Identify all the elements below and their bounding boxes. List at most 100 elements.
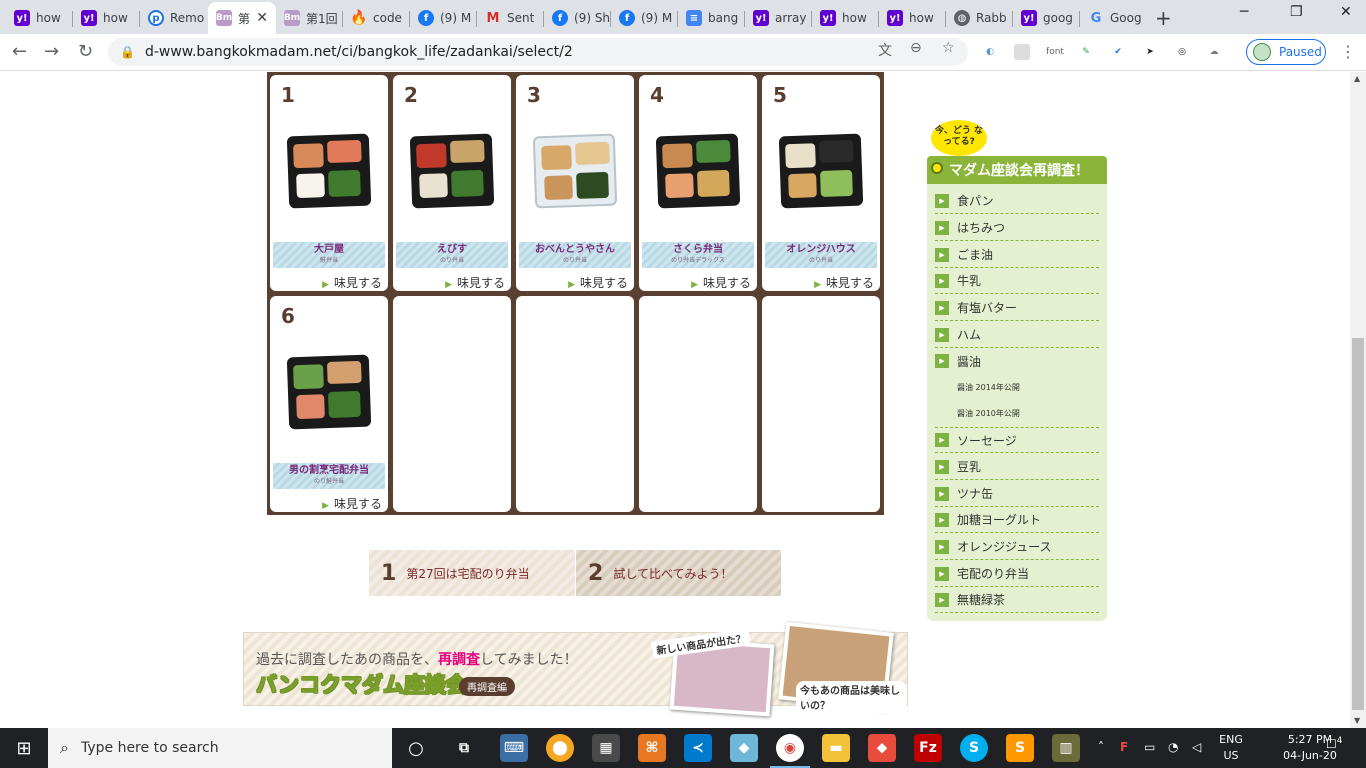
sidebar-item[interactable]: ▶ 無糖緑茶 [935, 587, 1099, 613]
filezilla-icon[interactable]: Fz [914, 734, 942, 762]
sidebar-item[interactable]: ▶ 醤油 [935, 348, 1099, 374]
menu-icon[interactable]: ⋮ [1340, 42, 1356, 61]
address-bar[interactable]: 🔒 d-www.bangkokmadam.net/ci/bangkok_life… [108, 38, 968, 66]
app-icon[interactable]: ▥ [1052, 734, 1080, 762]
sidebar-item[interactable]: ▶ はちみつ [935, 215, 1099, 241]
resurvey-banner[interactable]: 過去に調査したあの商品を、再調査してみました！ バンコクマダム座談会 再調査編 … [243, 621, 908, 717]
app-icon[interactable]: ◆ [730, 734, 758, 762]
chrome-icon[interactable]: ◉ [776, 734, 804, 762]
vpn-icon[interactable]: ⬤ [546, 734, 574, 762]
close-tab-icon[interactable]: ✕ [256, 10, 268, 26]
bento-image [778, 133, 864, 209]
browser-tab[interactable]: p Remo [140, 4, 207, 32]
sidebar-item[interactable]: ▶ 豆乳 [935, 454, 1099, 480]
maximize-icon[interactable]: ❐ [1290, 4, 1303, 20]
sidebar-subitem[interactable]: 醤油 2010年公開 [957, 408, 1020, 419]
cursor-icon[interactable]: ➤ [1142, 44, 1158, 60]
sidebar-subitem[interactable]: 醤油 2014年公開 [957, 382, 1020, 393]
browser-tab[interactable]: ◍ Rabb [946, 4, 1013, 32]
product-card[interactable]: 2 えびすのり弁当 味見する [393, 75, 511, 291]
sublime-icon[interactable]: S [1006, 734, 1034, 762]
back-icon[interactable]: ← [12, 41, 27, 62]
taste-link[interactable]: 味見する [814, 274, 874, 291]
vertical-scrollbar[interactable]: ▲ ▼ [1350, 72, 1366, 728]
profile-button[interactable]: Paused [1246, 39, 1326, 65]
vscode-icon[interactable]: ≺ [684, 734, 712, 762]
browser-tab[interactable]: y! how [879, 4, 946, 32]
taskbar-search[interactable]: ⌕ Type here to search [48, 728, 392, 768]
browser-tab[interactable]: f (9) Sh [544, 4, 611, 32]
sidebar-item[interactable]: ▶ ツナ缶 [935, 481, 1099, 507]
file-explorer-icon[interactable]: ▬ [822, 734, 850, 762]
browser-tab[interactable]: ≡ bang [678, 4, 745, 32]
cortana-icon[interactable]: ○ [402, 734, 430, 762]
tray-chevron-icon[interactable]: ˄ [1098, 740, 1104, 754]
extension-icon[interactable]: ◎ [1174, 44, 1190, 60]
product-card[interactable]: 3 おべんとうやさんのり弁当 味見する [516, 75, 634, 291]
app-icon[interactable]: ⌨ [500, 734, 528, 762]
battery-icon[interactable]: ▭ [1144, 740, 1155, 754]
sidebar-item[interactable]: ▶ 有塩バター [935, 295, 1099, 321]
wifi-icon[interactable]: ◔ [1168, 740, 1178, 754]
filezilla-tray-icon[interactable]: F [1120, 740, 1128, 754]
browser-tab[interactable]: y! array [745, 4, 812, 32]
sidebar-item[interactable]: ▶ 加糖ヨーグルト [935, 507, 1099, 533]
product-card[interactable]: 6 男の割烹宅配弁当のり鮭弁当 味見する [270, 296, 388, 512]
zoom-icon[interactable]: ⊖ [910, 40, 922, 56]
reload-icon[interactable]: ↻ [78, 41, 93, 62]
task-view-icon[interactable]: ⧉ [450, 734, 478, 762]
page-link-1[interactable]: 1 第27回は宅配のり弁当 [369, 550, 575, 596]
font-extension-icon[interactable]: font [1044, 44, 1066, 60]
forward-icon[interactable]: → [44, 41, 59, 62]
cloud-icon[interactable]: ☁ [1206, 44, 1222, 60]
browser-tab[interactable]: f (9) M [611, 4, 678, 32]
minimize-icon[interactable]: ─ [1240, 4, 1248, 20]
sidebar-item[interactable]: ▶ オレンジジュース [935, 534, 1099, 560]
sidebar-item[interactable]: ▶ ごま油 [935, 242, 1099, 268]
check-icon[interactable]: ✔ [1110, 44, 1126, 60]
browser-tab[interactable]: y! goog [1013, 4, 1080, 32]
taste-link[interactable]: 味見する [691, 274, 751, 291]
browser-tab[interactable]: M Sent [477, 4, 544, 32]
browser-tab[interactable]: y! how [73, 4, 140, 32]
windows-start-icon[interactable]: ⊞ [0, 728, 48, 768]
taste-link[interactable]: 味見する [322, 274, 382, 291]
app-icon[interactable]: ⌘ [638, 734, 666, 762]
sidebar-item[interactable]: ▶ ハム [935, 322, 1099, 348]
app-icon[interactable]: ⬥ [868, 734, 896, 762]
product-card[interactable]: 5 オレンジハウスのり弁当 味見する [762, 75, 880, 291]
browser-tab[interactable]: 🔥 code [343, 4, 410, 32]
skype-icon[interactable]: S [960, 734, 988, 762]
language-indicator[interactable]: ENG US [1218, 732, 1244, 764]
browser-tab-active[interactable]: Bm 第 ✕ [208, 2, 276, 34]
close-window-icon[interactable]: ✕ [1340, 4, 1352, 20]
bento-image [655, 133, 741, 209]
product-card[interactable]: 4 さくら弁当のり弁当デラックス 味見する [639, 75, 757, 291]
taste-link[interactable]: 味見する [568, 274, 628, 291]
scroll-up-icon[interactable]: ▲ [1354, 74, 1360, 83]
sidebar-item[interactable]: ▶ 宅配のり弁当 [935, 561, 1099, 587]
browser-tab[interactable]: y! how [812, 4, 879, 32]
new-tab-icon[interactable]: + [1155, 6, 1172, 30]
translate-icon[interactable]: 文 [878, 40, 892, 60]
sidebar-item[interactable]: ▶ 食パン [935, 188, 1099, 214]
browser-tab[interactable]: f (9) M [410, 4, 477, 32]
scroll-down-icon[interactable]: ▼ [1354, 716, 1360, 725]
sidebar-item[interactable]: ▶ 牛乳 [935, 268, 1099, 294]
evernote-icon[interactable]: ✎ [1078, 44, 1094, 60]
taste-link[interactable]: 味見する [322, 495, 382, 512]
taste-link[interactable]: 味見する [445, 274, 505, 291]
store-icon[interactable]: ▦ [592, 734, 620, 762]
extension-icon[interactable] [1014, 44, 1030, 60]
browser-tab[interactable]: Bm 第1回 [276, 4, 343, 32]
page-link-2[interactable]: 2 試して比べてみよう！ [576, 550, 781, 596]
bookmark-star-icon[interactable]: ☆ [942, 40, 955, 56]
extension-icon[interactable]: ◐ [982, 44, 998, 60]
product-card[interactable]: 1 大戸屋鮭弁当 味見する [270, 75, 388, 291]
notifications-icon[interactable]: ☐4 [1326, 736, 1343, 751]
volume-icon[interactable]: ◁ [1192, 740, 1201, 754]
scrollbar-thumb[interactable] [1352, 338, 1364, 710]
sidebar-item[interactable]: ▶ ソーセージ [935, 427, 1099, 453]
browser-tab[interactable]: y! how [6, 4, 73, 32]
browser-tab[interactable]: G Goog [1080, 4, 1147, 32]
